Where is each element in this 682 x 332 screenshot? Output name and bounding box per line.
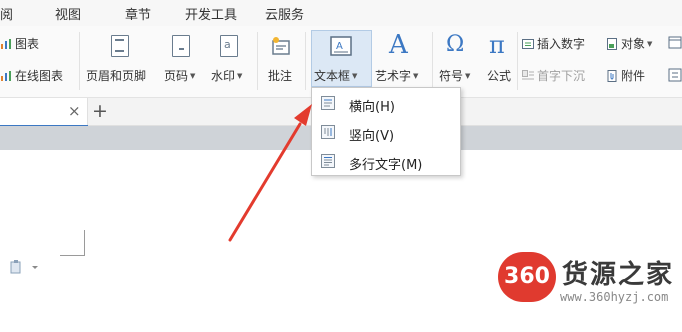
watermark-brand: 货源之家 xyxy=(562,260,675,290)
watermark-logo: 360 xyxy=(498,252,556,302)
watermark-url: www.360hyzj.com xyxy=(560,290,669,304)
